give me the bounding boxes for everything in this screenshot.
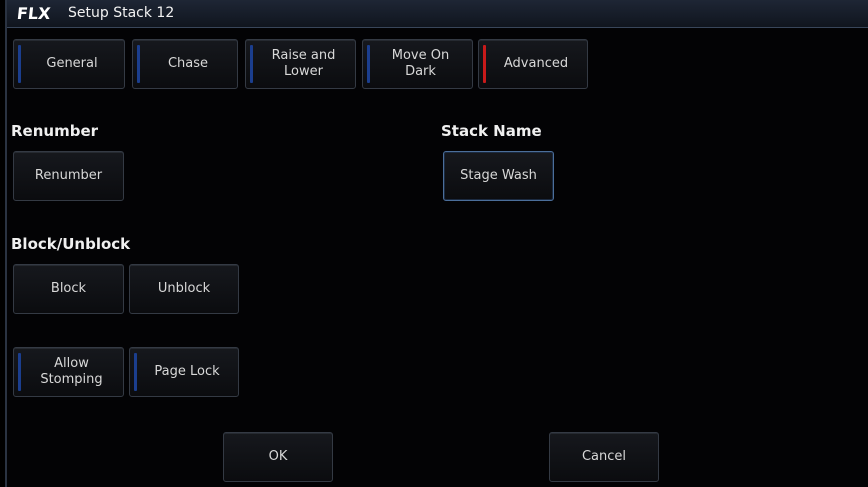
block-button[interactable]: Block	[13, 264, 124, 314]
tab-indicator-active	[483, 45, 486, 83]
page-lock-label: Page Lock	[154, 364, 220, 379]
page-lock-toggle[interactable]: Page Lock	[129, 347, 239, 397]
tab-move-on-dark[interactable]: Move On Dark	[362, 39, 473, 89]
renumber-heading: Renumber	[11, 122, 99, 140]
unblock-button[interactable]: Unblock	[129, 264, 239, 314]
tab-move-on-dark-label: Move On Dark	[391, 48, 450, 79]
tab-indicator	[367, 45, 370, 83]
tab-advanced-label: Advanced	[503, 56, 569, 71]
tab-advanced[interactable]: Advanced	[478, 39, 588, 89]
window-title: Setup Stack 12	[68, 5, 175, 21]
toggle-indicator	[134, 353, 137, 391]
tab-chase[interactable]: Chase	[132, 39, 238, 89]
tab-general-label: General	[46, 56, 98, 71]
ok-button[interactable]: OK	[223, 432, 333, 482]
tab-indicator	[18, 45, 21, 83]
stack-name-field[interactable]: Stage Wash	[443, 151, 554, 201]
setup-stack-window: FLX Setup Stack 12 General Chase Raise a…	[5, 0, 868, 487]
toggle-indicator	[18, 353, 21, 391]
tab-chase-label: Chase	[167, 56, 209, 71]
block-unblock-heading: Block/Unblock	[11, 235, 131, 253]
tab-general[interactable]: General	[13, 39, 125, 89]
allow-stomping-toggle[interactable]: Allow Stomping	[13, 347, 124, 397]
allow-stomping-label: Allow Stomping	[40, 356, 103, 387]
tab-raise-and-lower-label: Raise and Lower	[271, 48, 336, 79]
tab-raise-and-lower[interactable]: Raise and Lower	[245, 39, 356, 89]
tab-indicator	[250, 45, 253, 83]
stack-name-heading: Stack Name	[441, 122, 542, 140]
renumber-button[interactable]: Renumber	[13, 151, 124, 201]
title-bar: FLX Setup Stack 12	[7, 0, 868, 28]
cancel-button[interactable]: Cancel	[549, 432, 659, 482]
flx-logo: FLX	[16, 4, 52, 23]
tab-indicator	[137, 45, 140, 83]
